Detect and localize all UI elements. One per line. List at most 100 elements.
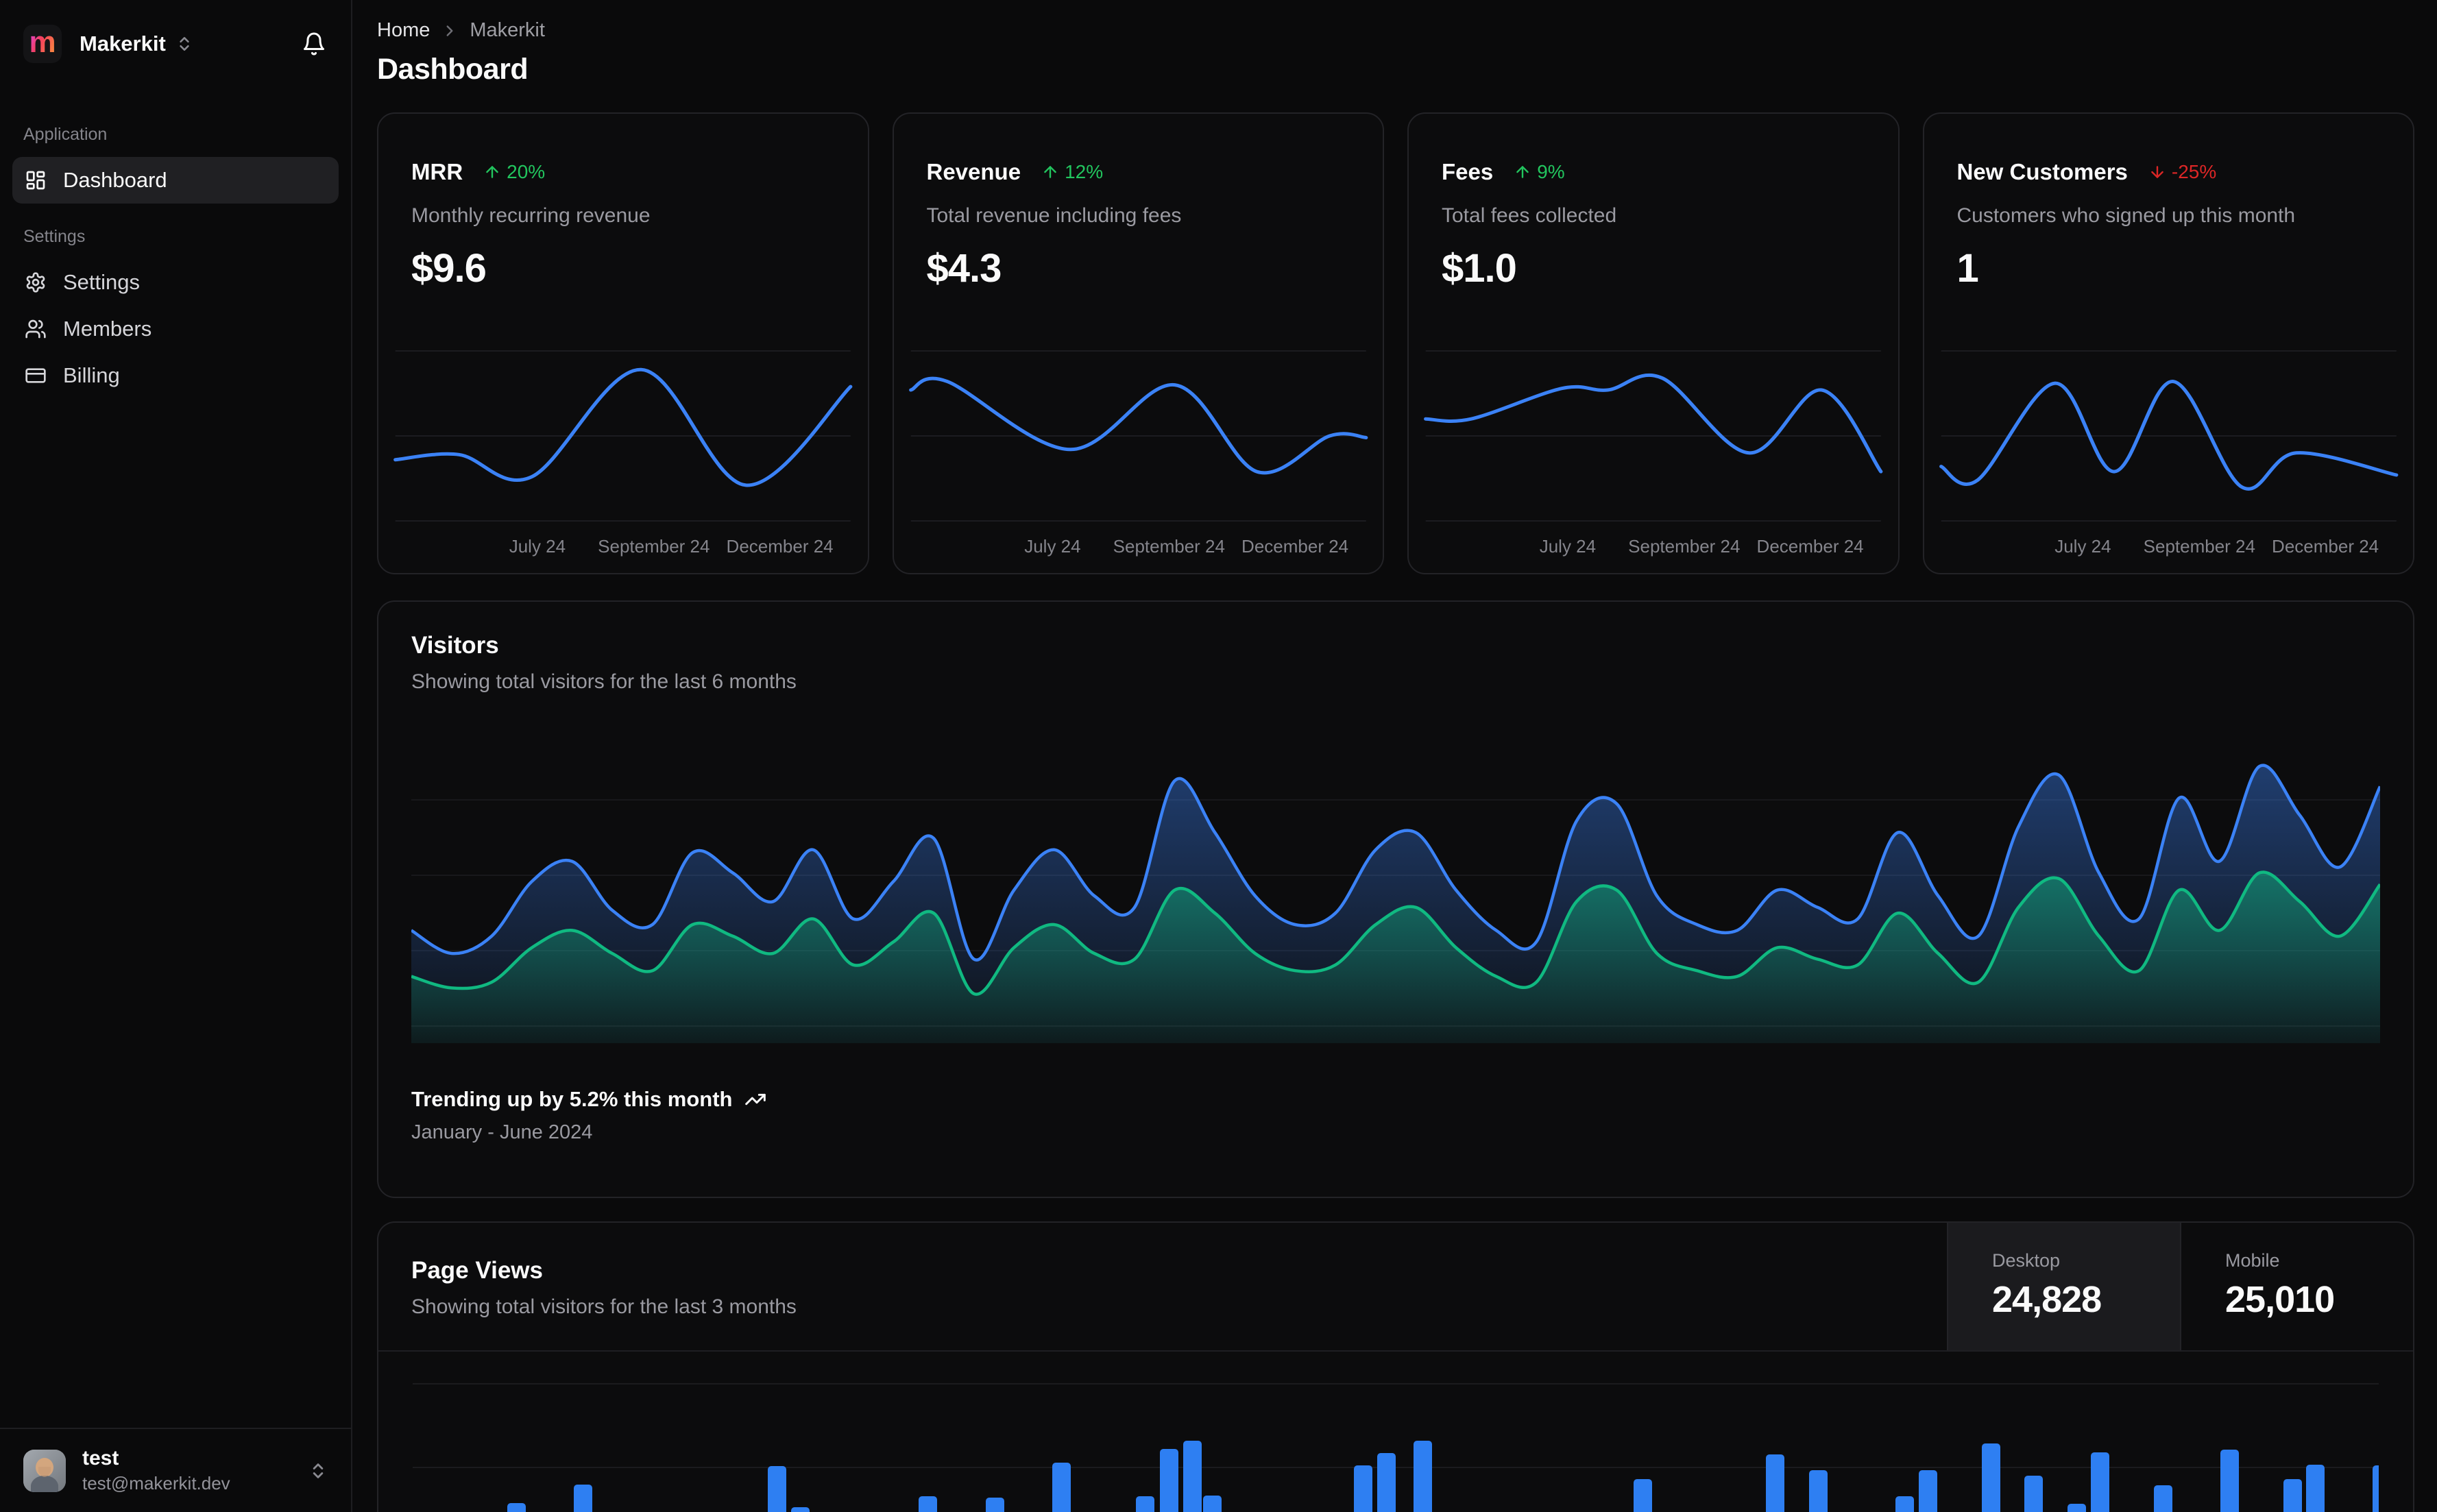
stat-sparkline-chart: July 24 September 24 December 24 bbox=[1924, 337, 2414, 573]
stat-change-badge: -25% bbox=[2148, 161, 2216, 183]
page-title: Dashboard bbox=[377, 53, 529, 86]
stat-sparkline-chart: July 24 September 24 December 24 bbox=[1409, 337, 1898, 573]
page-views-bar bbox=[2154, 1485, 2172, 1512]
chevrons-up-down-icon[interactable] bbox=[308, 1461, 328, 1480]
stat-value: $9.6 bbox=[411, 246, 487, 291]
page-views-bar bbox=[919, 1496, 937, 1512]
page-views-bar bbox=[2306, 1465, 2325, 1512]
nav-section-settings: Settings bbox=[23, 227, 86, 246]
user-name: test bbox=[82, 1447, 119, 1470]
stat-card-new-customers: New Customers -25% Customers who signed … bbox=[1922, 112, 2414, 574]
breadcrumb-current: Makerkit bbox=[470, 19, 545, 41]
visitors-footer: Trending up by 5.2% this month January -… bbox=[411, 1087, 2380, 1144]
page-views-bar bbox=[2373, 1465, 2379, 1512]
arrow-down-icon bbox=[2151, 166, 2163, 178]
trending-up-icon bbox=[744, 1088, 766, 1110]
page-views-bar bbox=[2024, 1476, 2043, 1512]
page-views-bar bbox=[2283, 1479, 2302, 1512]
user-meta: test test@makerkit.dev bbox=[82, 1447, 230, 1494]
sidebar-item-dashboard[interactable]: Dashboard bbox=[12, 157, 339, 204]
sidebar-item-label: Dashboard bbox=[63, 168, 167, 192]
breadcrumb: Home Makerkit bbox=[377, 19, 2414, 42]
workspace-selector[interactable]: m Makerkit bbox=[0, 0, 351, 84]
page-views-card: Page Views Showing total visitors for th… bbox=[377, 1221, 2414, 1512]
visitors-area-chart bbox=[411, 728, 2380, 1043]
page-views-bar bbox=[1919, 1470, 1937, 1512]
stat-sparkline-chart: July 24 September 24 December 24 bbox=[378, 337, 868, 573]
page-views-bar bbox=[1136, 1496, 1154, 1512]
visitors-card: Visitors Showing total visitors for the … bbox=[377, 600, 2414, 1198]
stat-change-badge: 12% bbox=[1041, 161, 1103, 183]
stat-card-mrr: MRR 20% Monthly recurring revenue $9.6 J… bbox=[377, 112, 869, 574]
stat-value: $1.0 bbox=[1442, 246, 1517, 291]
page-views-bar bbox=[1809, 1470, 1828, 1512]
page-views-subtitle: Showing total visitors for the last 3 mo… bbox=[411, 1295, 797, 1318]
page-views-bar bbox=[1414, 1441, 1432, 1512]
page-views-bar bbox=[1354, 1465, 1372, 1512]
makerkit-logo: m bbox=[23, 25, 62, 63]
page-views-title: Page Views bbox=[411, 1257, 543, 1284]
page-views-bar bbox=[1766, 1454, 1784, 1512]
makerkit-logo-letter: m bbox=[29, 25, 56, 59]
user-email: test@makerkit.dev bbox=[82, 1473, 230, 1493]
tab-mobile-label: Mobile bbox=[2225, 1250, 2280, 1271]
sparkline-x-axis: July 24 September 24 December 24 bbox=[1024, 536, 1349, 557]
sidebar-item-label: Billing bbox=[63, 363, 120, 387]
page-views-bar bbox=[791, 1507, 810, 1512]
page-views-bar-chart bbox=[413, 1352, 2379, 1512]
dashboard-app: m Makerkit Application Dashboard Setting… bbox=[0, 0, 2437, 1512]
tab-desktop[interactable]: Desktop 24,828 bbox=[1947, 1223, 2180, 1350]
stat-value: $4.3 bbox=[926, 246, 1002, 291]
page-views-bar bbox=[1377, 1453, 1396, 1512]
sidebar-nav: Application Dashboard Settings Settings … bbox=[0, 84, 351, 399]
page-views-bar bbox=[768, 1466, 786, 1512]
stat-subtitle: Customers who signed up this month bbox=[1956, 204, 2296, 227]
stat-subtitle: Total revenue including fees bbox=[926, 204, 1182, 227]
sparkline-x-axis: July 24 September 24 December 24 bbox=[509, 536, 834, 557]
notifications-bell-icon[interactable] bbox=[302, 32, 326, 56]
stat-subtitle: Monthly recurring revenue bbox=[411, 204, 651, 227]
workspace-name[interactable]: Makerkit bbox=[80, 32, 166, 56]
breadcrumb-home-link[interactable]: Home bbox=[377, 19, 430, 42]
sparkline-x-axis: July 24 September 24 December 24 bbox=[1539, 536, 1864, 557]
sidebar-item-settings[interactable]: Settings bbox=[12, 259, 339, 306]
user-menu[interactable]: test test@makerkit.dev bbox=[0, 1428, 351, 1512]
visitors-subtitle: Showing total visitors for the last 6 mo… bbox=[411, 670, 797, 693]
page-views-bar bbox=[1052, 1463, 1071, 1512]
page-views-bar bbox=[1160, 1449, 1178, 1512]
chevron-right-icon bbox=[441, 22, 459, 40]
tab-desktop-label: Desktop bbox=[1992, 1250, 2061, 1271]
tab-desktop-value: 24,828 bbox=[1992, 1279, 2102, 1320]
stat-title: Revenue bbox=[926, 159, 1021, 184]
page-views-bar bbox=[2068, 1504, 2086, 1512]
stat-card-fees: Fees 9% Total fees collected $1.0 July 2… bbox=[1407, 112, 1900, 574]
chevrons-up-down-icon[interactable] bbox=[175, 35, 193, 53]
gear-icon bbox=[25, 271, 47, 293]
sidebar-item-label: Settings bbox=[63, 270, 141, 294]
tab-mobile-value: 25,010 bbox=[2225, 1279, 2335, 1320]
page-views-bar bbox=[2220, 1450, 2239, 1512]
page-views-bar bbox=[507, 1503, 526, 1512]
stat-change-badge: 20% bbox=[483, 161, 545, 183]
stat-title: Fees bbox=[1442, 159, 1494, 184]
page-views-bar bbox=[1183, 1441, 1202, 1512]
sidebar-item-billing[interactable]: Billing bbox=[12, 352, 339, 399]
stat-title: New Customers bbox=[1956, 159, 2128, 184]
nav-section-application: Application bbox=[23, 125, 108, 144]
dashboard-icon bbox=[25, 169, 47, 191]
page-views-bar bbox=[986, 1498, 1004, 1512]
tab-mobile[interactable]: Mobile 25,010 bbox=[2180, 1223, 2413, 1350]
stat-change-badge: 9% bbox=[1514, 161, 1565, 183]
sparkline-x-axis: July 24 September 24 December 24 bbox=[2054, 536, 2379, 557]
page-views-header: Page Views Showing total visitors for th… bbox=[378, 1223, 2413, 1352]
page-views-bar bbox=[2091, 1452, 2109, 1512]
page-views-tabs: Desktop 24,828 Mobile 25,010 bbox=[1947, 1223, 2413, 1350]
sidebar-item-members[interactable]: Members bbox=[12, 306, 339, 352]
users-icon bbox=[25, 318, 47, 340]
avatar bbox=[23, 1449, 66, 1492]
visitors-trend-text: Trending up by 5.2% this month bbox=[411, 1087, 733, 1111]
stat-title: MRR bbox=[411, 159, 463, 184]
main-content: Home Makerkit Dashboard MRR 20% Monthly … bbox=[354, 0, 2437, 1512]
visitors-title: Visitors bbox=[411, 632, 499, 659]
arrow-up-icon bbox=[1044, 166, 1056, 178]
